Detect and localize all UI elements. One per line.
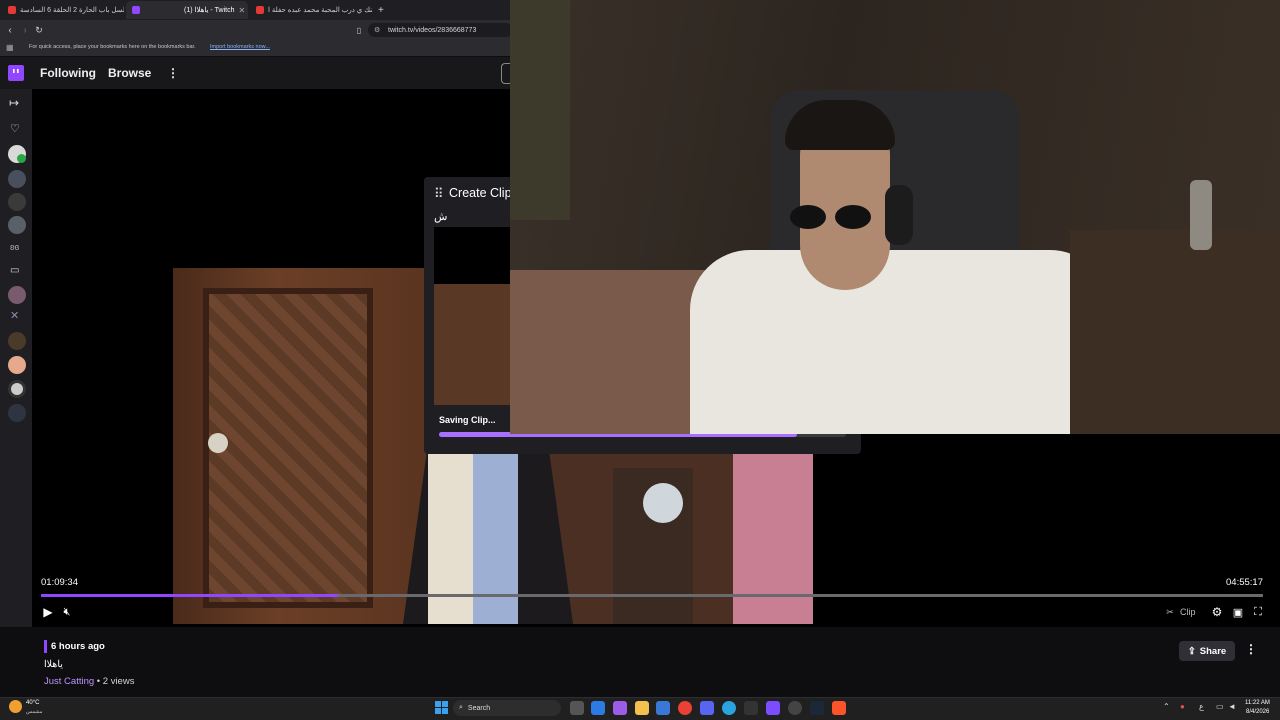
channel-avatar[interactable] [8, 286, 26, 304]
browser-tab[interactable]: مسلسل باب الحارة 2 الحلقة 6 السادسة [2, 1, 124, 19]
current-time: 01:09:34 [41, 577, 78, 588]
bookmarks-hint: For quick access, place your bookmarks h… [29, 44, 196, 50]
twitch-logo-icon[interactable] [8, 65, 24, 81]
clock-date[interactable]: 8/4/2026 [1246, 709, 1269, 715]
expand-sidebar-icon[interactable]: ↦ [9, 96, 19, 110]
drag-handle-icon[interactable]: ⠿ [434, 186, 444, 202]
url-field[interactable]: ⚙ twitch.tv/videos/2836668773 [368, 23, 513, 37]
reload-icon[interactable]: ↻ [32, 23, 46, 37]
telegram-icon[interactable] [722, 701, 736, 715]
channel-avatar[interactable] [8, 404, 26, 422]
browse-link[interactable]: Browse [108, 66, 151, 80]
clip-panel-title: Create Clip [449, 186, 512, 200]
back-icon[interactable]: ‹ [3, 23, 17, 37]
clip-status: Saving Clip... [439, 415, 496, 425]
new-tab-button[interactable]: + [372, 1, 386, 19]
mute-icon[interactable]: 🔇︎ [59, 605, 75, 619]
channel-avatar[interactable] [8, 216, 26, 234]
twitch-icon [132, 6, 140, 14]
video-title: ياهلاا [44, 659, 63, 670]
clip-icon[interactable]: ✂ [1163, 605, 1177, 619]
steam-icon[interactable] [810, 701, 824, 715]
apps-grid-icon[interactable]: ▦ [6, 43, 14, 52]
mic-icon[interactable]: ● [1180, 702, 1185, 711]
weather-sun-icon[interactable] [9, 700, 22, 713]
weather-desc: مشمس [26, 709, 43, 715]
video-info: 6 hours ago ياهلاا Just Catting • 2 view… [0, 627, 1280, 697]
input-language[interactable]: ع [1199, 702, 1204, 711]
fullscreen-icon[interactable]: ⛶ [1251, 605, 1265, 619]
tab-title: وينك ي درب المحبة محمد عبده حفلة ا... [268, 7, 372, 14]
youtube-icon [256, 6, 264, 14]
browser-tab[interactable]: وينك ي درب المحبة محمد عبده حفلة ا... [250, 1, 372, 19]
file-explorer-icon[interactable] [635, 701, 649, 715]
youtube-icon [8, 6, 16, 14]
channel-avatar[interactable] [8, 332, 26, 350]
taskbar-search-field[interactable]: ⌕ Search [453, 700, 561, 716]
live-badge [17, 154, 26, 163]
search-icon: ⌕ [459, 704, 463, 711]
more-menu-icon[interactable]: ⋮ [167, 66, 179, 80]
channel-avatar[interactable] [8, 170, 26, 188]
theatre-mode-icon[interactable]: ▣ [1231, 605, 1245, 619]
brave-icon[interactable] [832, 701, 846, 715]
channel-avatar[interactable]: ✕ [10, 309, 19, 322]
search-placeholder: Search [467, 704, 491, 712]
share-label: Share [1199, 645, 1227, 657]
seek-progress [41, 594, 338, 597]
tab-title: مسلسل باب الحارة 2 الحلقة 6 السادسة [20, 7, 124, 14]
app-icon[interactable] [788, 701, 802, 715]
duration: 04:55:17 [1226, 577, 1263, 588]
heart-icon: ♡ [10, 123, 20, 135]
windows-start-icon[interactable] [435, 701, 448, 714]
share-icon: ⇪ [1187, 645, 1196, 657]
more-options-icon[interactable]: ⋮ [1245, 642, 1257, 656]
share-button[interactable]: ⇪ Share [1179, 641, 1235, 661]
tray-chevron-icon[interactable]: ⌃ [1163, 702, 1170, 711]
settings-gear-icon[interactable]: ⚙ [1210, 605, 1224, 619]
info-accent-bar [44, 640, 47, 653]
site-info-icon[interactable]: ⚙ [374, 26, 380, 34]
bookmark-icon[interactable]: ▯ [352, 23, 366, 37]
close-tab-icon[interactable]: ✕ [238, 6, 245, 15]
network-icon[interactable]: ▭ [1216, 702, 1224, 711]
play-icon[interactable]: ▶ [41, 605, 55, 619]
app-icon[interactable] [744, 701, 758, 715]
discord-icon[interactable] [700, 701, 714, 715]
clip-button-label[interactable]: Clip [1180, 607, 1196, 617]
url-text: twitch.tv/videos/2836668773 [388, 26, 477, 34]
view-count: • 2 views [94, 676, 135, 687]
forward-icon[interactable]: › [18, 23, 32, 37]
app-icon[interactable] [766, 701, 780, 715]
calendar-icon[interactable] [656, 701, 670, 715]
channel-avatar[interactable] [8, 356, 26, 374]
chrome-icon[interactable] [678, 701, 692, 715]
clip-title-text: ش [434, 211, 448, 223]
seek-bar[interactable] [41, 594, 1263, 597]
channel-avatar[interactable] [8, 380, 26, 398]
browser-tab-active[interactable]: (1) ياهلاا - Twitch ✕ [126, 1, 248, 19]
tab-title: (1) ياهلاا - Twitch [184, 7, 235, 14]
clock-time[interactable]: 11:22 AM [1245, 700, 1270, 706]
channel-avatar[interactable] [8, 193, 26, 211]
task-view-icon[interactable] [570, 701, 584, 715]
following-link[interactable]: Following [40, 66, 96, 80]
channel-avatar[interactable]: ʚɞ [10, 242, 19, 252]
volume-icon[interactable]: ◄ [1228, 702, 1236, 711]
video-age: 6 hours ago [51, 641, 105, 652]
copilot-icon[interactable] [613, 701, 627, 715]
video-meta: Just Catting • 2 views [44, 676, 134, 687]
webcam-overlay [510, 0, 1280, 434]
video-camera-icon: ▭ [10, 265, 20, 276]
weather-temp[interactable]: 40°C [26, 700, 39, 706]
import-bookmarks-link[interactable]: Import bookmarks now... [210, 44, 270, 50]
category-link[interactable]: Just Catting [44, 676, 94, 687]
widgets-icon[interactable] [591, 701, 605, 715]
